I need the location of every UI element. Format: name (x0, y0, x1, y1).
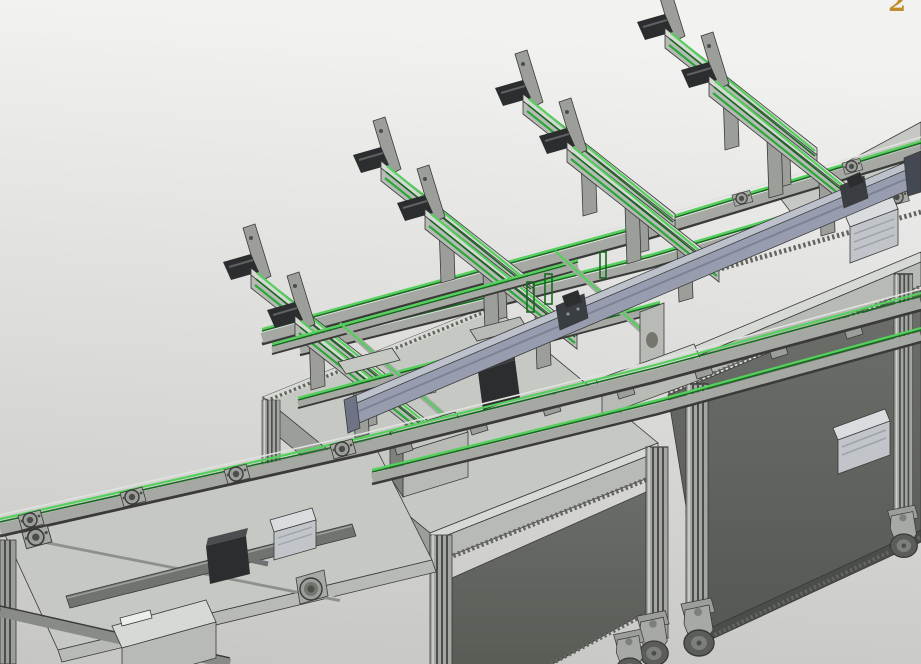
annotation-digit: 2 (888, 0, 906, 18)
cad-viewport[interactable]: 2 (0, 0, 921, 664)
right-cart-leg-left (684, 382, 710, 631)
middle-cart-leg-front-left (429, 534, 453, 664)
middle-cart-leg-front-right (644, 445, 670, 640)
plate-cutout (646, 332, 658, 348)
caster-right-rear (886, 504, 919, 559)
cad-stage: 2 (0, 0, 921, 664)
caster-right-front (680, 597, 716, 657)
left-cart-post (0, 539, 17, 664)
